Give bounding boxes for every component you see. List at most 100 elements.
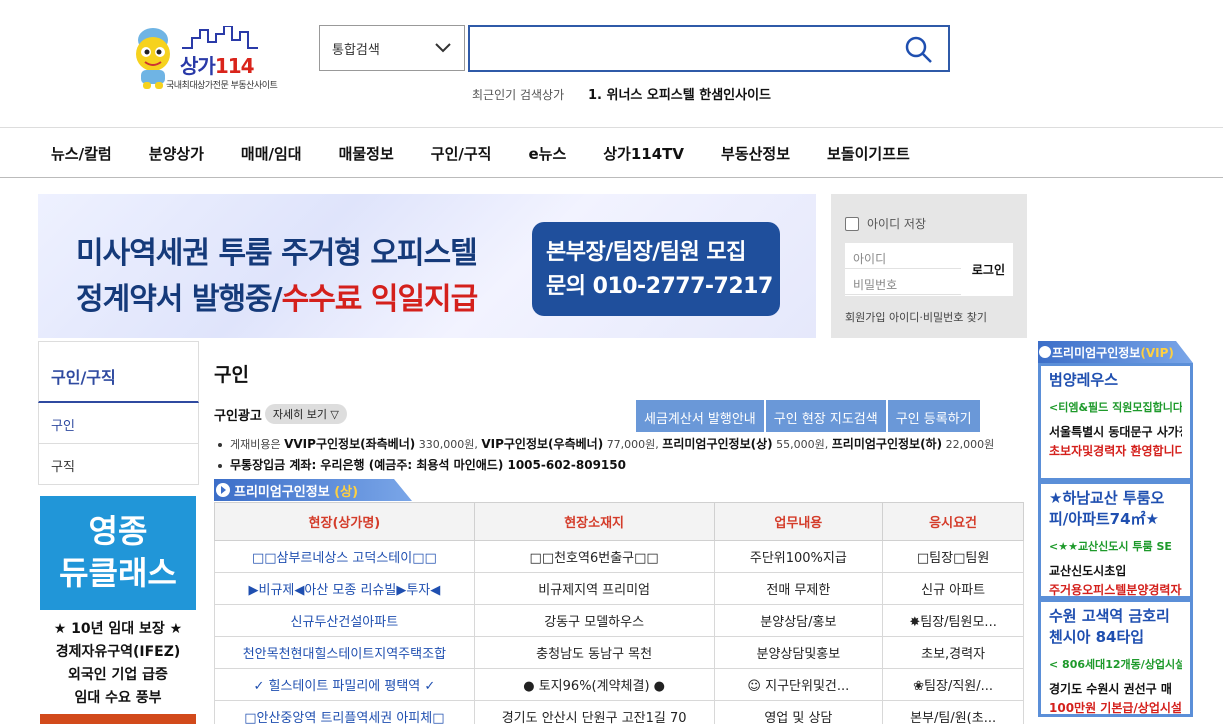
search-box xyxy=(468,25,950,72)
login-links[interactable]: 회원가입 아이디·비밀번호 찾기 xyxy=(845,309,987,325)
cell-site-name[interactable]: 천안목천현대힐스테이트지역주택조합 xyxy=(214,636,475,669)
nav-item-presale[interactable]: 분양상가 xyxy=(149,143,204,164)
table-row[interactable]: ▶비규제◀아산 모종 리슈빌▶투자◀ 비규제지역 프리미엄 전매 무제한 신규 … xyxy=(214,572,1024,605)
table-row[interactable]: 신규두산건설아파트 강동구 모델하우스 분양상담/홍보 ✸팀장/팀원모... xyxy=(214,604,1024,637)
banner-contact-box: 본부장/팀장/팀원 모집 문의 010-2777-7217 xyxy=(532,222,780,316)
cell-requirements: □팀장□팀원 xyxy=(882,540,1024,573)
sidebar-ad-footer-bar xyxy=(40,714,196,724)
cell-location: 충청남도 동남구 목천 xyxy=(473,636,715,669)
nav-item-news[interactable]: 뉴스/칼럼 xyxy=(51,143,112,164)
cell-requirements: 초보,경력자 xyxy=(882,636,1024,669)
cell-requirements: 신규 아파트 xyxy=(882,572,1024,605)
page-title: 구인 xyxy=(214,364,249,386)
sidebar-title: 구인/구직 xyxy=(38,341,199,403)
id-field[interactable]: 아이디 xyxy=(845,243,961,269)
login-button[interactable]: 로그인 xyxy=(972,261,1005,278)
col-site-name: 현장(상가명) xyxy=(214,502,475,541)
table-row[interactable]: ✓ 힐스테이트 파밀리에 평택역 ✓ ● 토지96%(계약체결) ● ☺ 지구단… xyxy=(214,668,1024,701)
table-row[interactable]: □□삼부르네상스 고덕스테이□□ □□천호역6번출구□□ 주단위100%지급 □… xyxy=(214,540,1024,573)
save-id-label: 아이디 저장 xyxy=(867,217,927,231)
map-search-button[interactable]: 구인 현장 지도검색 xyxy=(765,400,886,432)
vip-card-highlight: <★★교산신도시 투룸 SE xyxy=(1049,540,1172,553)
cell-site-name[interactable]: □안산중앙역 트리플역세권 아피체□ xyxy=(214,700,475,724)
cell-site-name[interactable]: □□삼부르네상스 고덕스테이□□ xyxy=(214,540,475,573)
nav-item-jobs[interactable]: 구인/구직 xyxy=(431,143,492,164)
banner-box-line1: 본부장/팀장/팀원 모집 xyxy=(546,240,746,265)
logo-brand: 상가114 xyxy=(180,54,255,78)
site-logo[interactable]: 상가114 국내최대상가전문 부동산사이트 xyxy=(128,24,280,91)
ad-label-row: 구인광고 자세히 보기 ▽ xyxy=(214,404,347,424)
job-listing-table: 현장(상가명) 현장소재지 업무내용 응시요건 □□삼부르네상스 고덕스테이□□… xyxy=(214,502,1024,724)
login-panel: 아이디 저장 아이디 비밀번호 로그인 회원가입 아이디·비밀번호 찾기 xyxy=(831,194,1027,338)
cell-site-name[interactable]: ✓ 힐스테이트 파밀리에 평택역 ✓ xyxy=(214,668,475,701)
vip-card-note: 초보자및경력자 환영합니다 xyxy=(1049,444,1182,458)
search-type-value: 통합검색 xyxy=(332,42,380,58)
search-icon[interactable] xyxy=(904,35,934,65)
nav-item-gift[interactable]: 보돌이기프트 xyxy=(827,143,910,164)
cell-location: 강동구 모델하우스 xyxy=(473,604,715,637)
pricing-line: 게재비용은 VVIP구인정보(좌측베너) 330,000원, VIP구인정보(우… xyxy=(218,434,994,455)
sidebar-ad[interactable]: 영종 듀클래스 ★ 10년 임대 보장 ★ 경제자유구역(IFEZ) 외국인 기… xyxy=(40,496,196,724)
left-sidebar: 구인/구직 구인 구직 xyxy=(38,341,199,485)
password-field[interactable]: 비밀번호 xyxy=(845,269,961,295)
vip-card-address: 교산신도시초입 xyxy=(1049,564,1127,578)
col-location: 현장소재지 xyxy=(473,502,715,541)
vip-card-note: 주거용오피스텔분양경력자 xyxy=(1049,583,1182,597)
search-type-select[interactable]: 통합검색 xyxy=(319,25,465,71)
vip-card[interactable]: 수원 고색역 금호리첸시아 84타입 < 806세대12개동/상업시설 경기도 … xyxy=(1038,599,1193,717)
vip-card-note: 100만원 기본급/상업시설 xyxy=(1049,701,1182,715)
play-icon xyxy=(216,483,230,497)
banner-line2: 정계약서 발행중/수수료 익일지급 xyxy=(76,282,478,317)
popular-searches: 최근인기 검색상가 1. 위너스 오피스텔 한샘인사이드 xyxy=(472,84,771,103)
cell-site-name[interactable]: ▶비규제◀아산 모종 리슈빌▶투자◀ xyxy=(214,572,475,605)
skyline-icon xyxy=(182,26,258,49)
play-icon xyxy=(1039,346,1051,358)
vip-card[interactable]: 범양레우스 <티엠&필드 직원모집합니다> 서울특별시 동대문구 사가정로 초보… xyxy=(1038,363,1193,481)
premium-badge: 프리미엄구인정보 (상) xyxy=(214,479,412,501)
save-id-option[interactable]: 아이디 저장 xyxy=(845,215,926,232)
cell-site-name[interactable]: 신규두산건설아파트 xyxy=(214,604,475,637)
cell-duties: ☺ 지구단위및건... xyxy=(713,668,884,701)
cell-duties: 주단위100%지급 xyxy=(713,540,884,573)
cell-duties: 영업 및 상담 xyxy=(713,700,884,724)
sidebar-ad-top: 영종 듀클래스 xyxy=(40,496,196,610)
vip-card-address: 서울특별시 동대문구 사가정로 xyxy=(1049,425,1182,439)
cell-location: ● 토지96%(계약체결) ● xyxy=(473,668,715,701)
popular-label: 최근인기 검색상가 xyxy=(472,88,565,102)
nav-item-tv[interactable]: 상가114TV xyxy=(603,143,684,164)
popular-rank-1[interactable]: 1. 위너스 오피스텔 한샘인사이드 xyxy=(588,88,771,103)
tax-invoice-button[interactable]: 세금계산서 발행안내 xyxy=(636,400,764,432)
col-duties: 업무내용 xyxy=(713,502,884,541)
col-requirements: 응시요건 xyxy=(882,502,1024,541)
more-details-button[interactable]: 자세히 보기 ▽ xyxy=(264,404,347,424)
bank-account-line: 무통장입금 계좌: 우리은행 (예금주: 최용석 마인애드) 1005-602-… xyxy=(218,455,994,476)
vip-card-title: 범양레우스 xyxy=(1049,371,1119,389)
cell-requirements: 본부/팀/원(초... xyxy=(882,700,1024,724)
search-input[interactable] xyxy=(480,27,900,67)
sidebar-item-seeking[interactable]: 구직 xyxy=(38,444,199,485)
register-job-button[interactable]: 구인 등록하기 xyxy=(887,400,980,432)
premium-section-header: 프리미엄구인정보 (상) xyxy=(214,479,412,501)
table-header: 현장(상가명) 현장소재지 업무내용 응시요건 xyxy=(214,502,1024,541)
table-row[interactable]: □안산중앙역 트리플역세권 아피체□ 경기도 안산시 단원구 고잔1길 70 영… xyxy=(214,700,1024,724)
vip-card[interactable]: ★하남교산 투룸오피/아파트74㎡★ <★★교산신도시 투룸 SE 교산신도시초… xyxy=(1038,481,1193,599)
chevron-down-icon xyxy=(435,43,451,53)
action-buttons: 세금계산서 발행안내 구인 현장 지도검색 구인 등록하기 xyxy=(636,400,980,432)
cell-location: 경기도 안산시 단원구 고잔1길 70 xyxy=(473,700,715,724)
nav-item-enews[interactable]: e뉴스 xyxy=(528,143,566,164)
save-id-checkbox[interactable] xyxy=(845,216,859,231)
logo-tagline: 국내최대상가전문 부동산사이트 xyxy=(166,81,278,91)
pricing-info: 게재비용은 VVIP구인정보(좌측베너) 330,000원, VIP구인정보(우… xyxy=(218,434,994,476)
nav-item-trade[interactable]: 매매/임대 xyxy=(241,143,302,164)
vip-card-highlight: <티엠&필드 직원모집합니다> xyxy=(1049,401,1182,414)
vip-card-title: ★하남교산 투룸오피/아파트74㎡★ xyxy=(1049,489,1165,528)
main-banner[interactable]: 미사역세권 투룸 주거형 오피스텔 정계약서 발행중/수수료 익일지급 본부장/… xyxy=(38,194,816,338)
sidebar-item-hiring[interactable]: 구인 xyxy=(38,403,199,444)
nav-item-realestate[interactable]: 부동산정보 xyxy=(721,143,790,164)
nav-item-listings[interactable]: 매물정보 xyxy=(339,143,394,164)
vip-card-highlight: < 806세대12개동/상업시설 xyxy=(1049,658,1182,671)
table-row[interactable]: 천안목천현대힐스테이트지역주택조합 충청남도 동남구 목천 분양상담및홍보 초보… xyxy=(214,636,1024,669)
cell-requirements: ❀팀장/직원/... xyxy=(882,668,1024,701)
main-nav: 뉴스/칼럼 분양상가 매매/임대 매물정보 구인/구직 e뉴스 상가114TV … xyxy=(0,127,1223,178)
cell-requirements: ✸팀장/팀원모... xyxy=(882,604,1024,637)
